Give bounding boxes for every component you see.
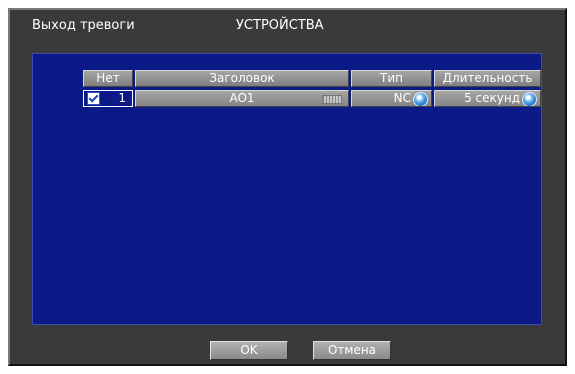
table-row-number-cell[interactable]: 1 [83, 90, 133, 107]
row-number: 1 [118, 91, 126, 105]
output-duration-select[interactable]: 5 секунд [434, 90, 541, 107]
dropdown-spin-icon[interactable] [413, 92, 428, 106]
dropdown-spin-icon[interactable] [522, 92, 537, 106]
window-title: Выход тревоги [32, 18, 135, 33]
output-title-value: AO1 [229, 91, 255, 105]
output-title-field[interactable]: AO1 [135, 90, 349, 107]
outputs-table-panel: Нет Заголовок Тип Длительность 1 AO1 NC … [32, 53, 542, 325]
col-header-title: Заголовок [135, 70, 349, 87]
checkbox-checked-icon[interactable] [87, 92, 100, 105]
keyboard-icon[interactable] [322, 95, 342, 104]
output-type-value: NC [393, 91, 411, 105]
alarm-output-dialog: Выход тревоги УСТРОЙСТВА Нет Заголовок Т… [8, 8, 567, 366]
ok-button[interactable]: OK [210, 341, 288, 360]
col-header-type: Тип [351, 70, 432, 87]
output-duration-value: 5 секунд [464, 91, 520, 105]
col-header-duration: Длительность [434, 70, 541, 87]
output-type-select[interactable]: NC [351, 90, 432, 107]
col-header-no: Нет [83, 70, 133, 87]
section-title: УСТРОЙСТВА [236, 18, 324, 33]
title-bar: Выход тревоги УСТРОЙСТВА [10, 10, 565, 40]
cancel-button[interactable]: Отмена [313, 341, 391, 360]
